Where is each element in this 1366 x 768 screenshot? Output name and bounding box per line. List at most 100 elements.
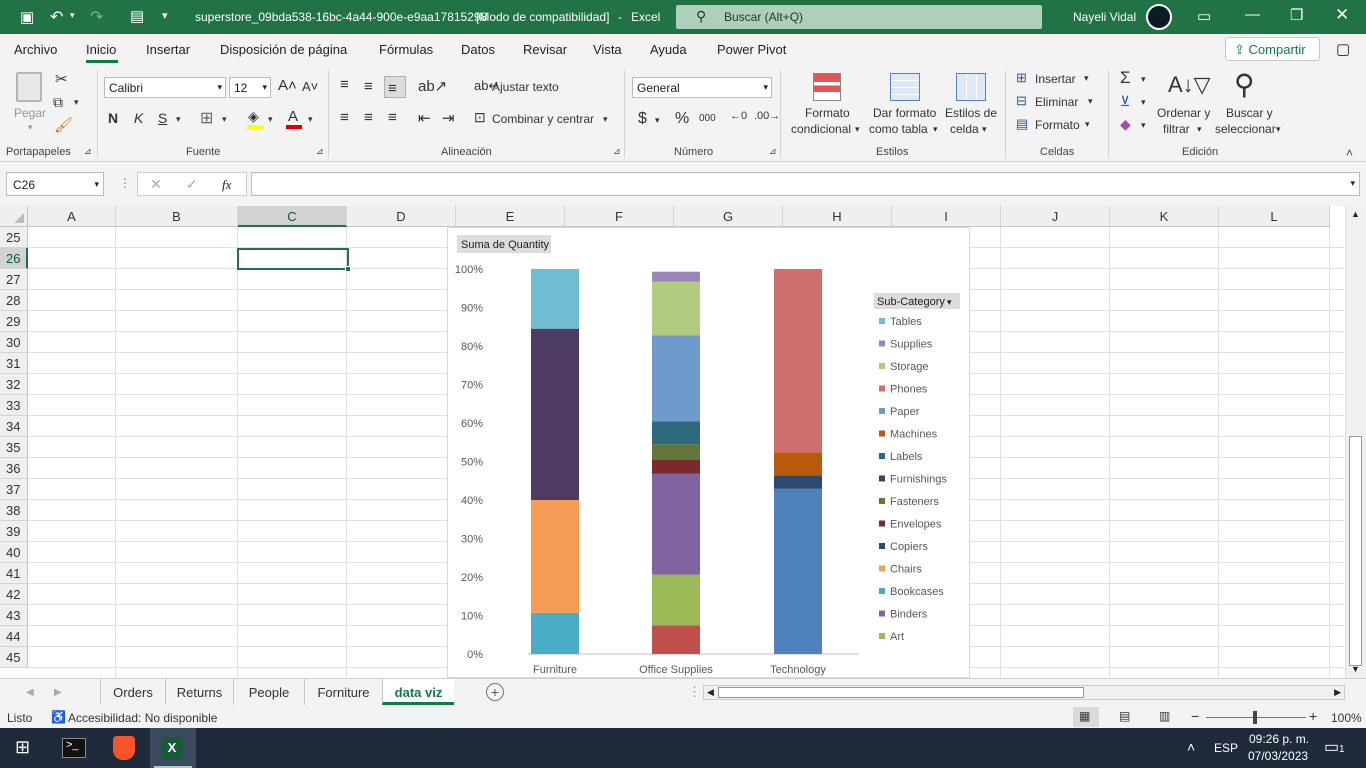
sheet-tab-orders[interactable]: Orders (100, 679, 165, 705)
wrap-text-button[interactable]: Ajustar texto (492, 80, 559, 94)
format-dropdown-icon[interactable]: ▾ (1085, 119, 1090, 130)
collapse-ribbon-icon[interactable]: ˄ (1346, 146, 1353, 160)
bar-segment-storage[interactable] (652, 281, 700, 336)
find-select-line2[interactable]: seleccionar (1215, 122, 1276, 136)
insert-dropdown-icon[interactable]: ▾ (1084, 73, 1089, 84)
minimize-icon[interactable]: — (1245, 6, 1260, 23)
column-header-e[interactable]: E (456, 206, 565, 227)
underline-dropdown-icon[interactable]: ▾ (176, 114, 181, 125)
sheet-tab-forniture[interactable]: Forniture (304, 679, 382, 705)
copy-icon[interactable]: ⧉ (53, 94, 63, 111)
select-all-button[interactable] (0, 206, 28, 227)
row-header-26[interactable]: 26 (0, 248, 28, 269)
tab-inicio[interactable]: Inicio (86, 42, 116, 57)
tray-overflow-icon[interactable]: ˄ (1187, 739, 1195, 755)
increase-font-icon[interactable]: A˄ (278, 77, 297, 94)
field-button[interactable]: Suma de Quantity (461, 239, 550, 251)
row-header-36[interactable]: 36 (0, 458, 28, 479)
next-sheet-icon[interactable]: ▶ (54, 679, 62, 705)
bar-segment-appliances[interactable] (774, 488, 822, 654)
tab-archivo[interactable]: Archivo (14, 42, 57, 57)
page-layout-icon[interactable]: ▤ (1119, 709, 1130, 723)
format-table-icon[interactable] (890, 73, 920, 101)
bar-segment-chairs[interactable] (531, 500, 579, 613)
borders-dropdown-icon[interactable]: ▾ (222, 114, 227, 125)
row-header-28[interactable]: 28 (0, 290, 28, 311)
column-header-l[interactable]: L (1219, 206, 1330, 227)
sheet-tab-returns[interactable]: Returns (165, 679, 233, 705)
insert-cells-button[interactable]: Insertar (1035, 72, 1076, 86)
row-header-30[interactable]: 30 (0, 332, 28, 353)
zoom-level[interactable]: 100% (1331, 711, 1362, 725)
cut-icon[interactable]: ✂ (55, 70, 68, 88)
active-cell-c26[interactable] (237, 248, 351, 272)
tab-disposicion[interactable]: Disposición de página (220, 42, 347, 57)
column-header-h[interactable]: H (783, 206, 892, 227)
bar-segment-phones[interactable] (774, 269, 822, 453)
column-header-f[interactable]: F (565, 206, 674, 227)
row-header-29[interactable]: 29 (0, 311, 28, 332)
scroll-down-icon[interactable]: ▼ (1351, 664, 1360, 674)
tab-datos[interactable]: Datos (461, 42, 495, 57)
font-color-dropdown-icon[interactable]: ▾ (308, 114, 313, 125)
terminal-icon[interactable]: >_ (62, 738, 86, 758)
bar-segment-paper[interactable] (652, 335, 700, 422)
bar-segment-envelopes[interactable] (652, 459, 700, 474)
paste-button[interactable]: Pegar (14, 106, 46, 120)
decrease-decimal-icon[interactable]: .00→ (754, 110, 780, 122)
fill-handle[interactable] (345, 266, 351, 272)
clipboard-icon[interactable]: ▤ (130, 7, 144, 25)
name-box[interactable]: C26 ▾ (6, 172, 104, 196)
decrease-font-icon[interactable]: A˅ (302, 79, 318, 94)
vertical-scrollbar[interactable]: ▲ ▼ (1345, 206, 1366, 678)
number-launcher-icon[interactable]: ⊿ (769, 146, 777, 157)
italic-button[interactable]: K (134, 110, 143, 126)
font-name-select[interactable]: Calibri ▾ (104, 77, 226, 98)
autosum-icon[interactable]: Σ (1120, 68, 1131, 88)
accessibility-status[interactable]: Accesibilidad: No disponible (68, 711, 217, 725)
row-header-34[interactable]: 34 (0, 416, 28, 437)
merge-dropdown-icon[interactable]: ▾ (603, 114, 608, 125)
increase-indent-icon[interactable]: ⇥ (442, 109, 455, 127)
tab-power-pivot[interactable]: Power Pivot (717, 42, 786, 57)
close-icon[interactable]: ✕ (1335, 5, 1349, 25)
tab-revisar[interactable]: Revisar (523, 42, 567, 57)
bar-segment-machines[interactable] (774, 452, 822, 476)
row-header-44[interactable]: 44 (0, 626, 28, 647)
comments-icon[interactable]: ▢ (1336, 40, 1350, 58)
accessibility-icon[interactable]: ♿ (51, 710, 66, 724)
row-header-25[interactable]: 25 (0, 227, 28, 248)
format-cells-icon[interactable]: ▤ (1016, 116, 1028, 132)
tab-ayuda[interactable]: Ayuda (650, 42, 687, 57)
sort-filter-icon[interactable]: A↓▽ (1168, 72, 1211, 98)
merge-center-icon[interactable]: ⊡ (474, 109, 486, 126)
horizontal-scroll-thumb[interactable] (718, 687, 1084, 698)
conditional-format-icon[interactable] (813, 73, 841, 101)
avatar[interactable] (1146, 4, 1172, 30)
enter-icon[interactable]: ✓ (186, 176, 198, 193)
clipboard-launcher-icon[interactable]: ⊿ (84, 146, 92, 157)
column-header-k[interactable]: K (1110, 206, 1219, 227)
format-table-line2[interactable]: como tabla (869, 122, 928, 136)
bar-segment-supplies[interactable] (652, 271, 700, 282)
scroll-left-icon[interactable]: ◀ (707, 687, 714, 698)
format-cells-button[interactable]: Formato (1035, 118, 1080, 132)
orientation-icon[interactable]: ab↗ (418, 77, 447, 95)
page-break-icon[interactable]: ▥ (1159, 709, 1170, 723)
thousands-button[interactable]: 000 (699, 113, 716, 124)
excel-taskbar-button[interactable]: X (150, 728, 196, 768)
column-header-d[interactable]: D (347, 206, 456, 227)
share-button[interactable]: ⇪ Compartir (1225, 37, 1320, 61)
save-icon[interactable]: ▣ (20, 8, 34, 26)
tab-vista[interactable]: Vista (593, 42, 622, 57)
row-header-31[interactable]: 31 (0, 353, 28, 374)
column-header-i[interactable]: I (892, 206, 1001, 227)
find-dropdown-icon[interactable]: ▾ (1276, 124, 1281, 135)
ribbon-display-icon[interactable]: ▭ (1197, 7, 1211, 25)
expand-formula-icon[interactable]: ▾ (1350, 178, 1355, 189)
bar-segment-binders[interactable] (652, 473, 700, 575)
cond-format-line1[interactable]: Formato (805, 106, 850, 120)
cell-styles-dropdown-icon[interactable]: ▾ (982, 124, 987, 135)
paste-dropdown-icon[interactable]: ▾ (28, 122, 33, 133)
sort-filter-line2[interactable]: filtrar (1163, 122, 1190, 136)
